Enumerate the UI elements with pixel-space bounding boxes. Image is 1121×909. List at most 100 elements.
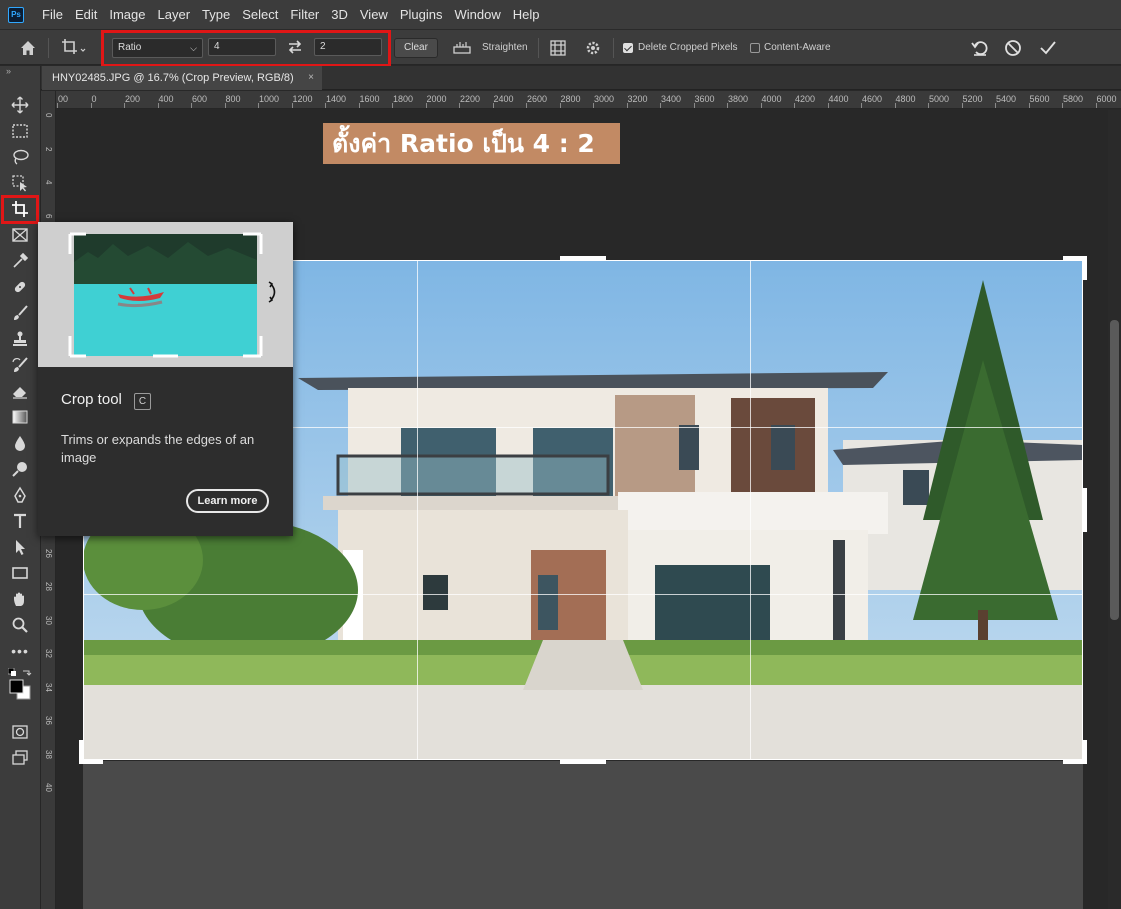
ruler-tick-label: 00 bbox=[58, 94, 69, 104]
menu-edit[interactable]: Edit bbox=[69, 0, 103, 30]
menu-view[interactable]: View bbox=[354, 0, 394, 30]
blur-icon[interactable] bbox=[8, 432, 32, 454]
grid-overlay-icon[interactable] bbox=[549, 39, 567, 57]
more-tools-icon[interactable]: ••• bbox=[8, 640, 32, 662]
ruler-tick-label: 3600 bbox=[694, 94, 715, 104]
menu-window[interactable]: Window bbox=[448, 0, 506, 30]
crop-handle-bottom-left[interactable] bbox=[79, 740, 83, 764]
pen-icon[interactable] bbox=[8, 484, 32, 506]
menu-3d[interactable]: 3D bbox=[325, 0, 354, 30]
settings-icon[interactable] bbox=[584, 39, 602, 57]
ruler-tick-label: 1200 bbox=[292, 94, 313, 104]
menu-help[interactable]: Help bbox=[507, 0, 546, 30]
ruler-tick-label: 400 bbox=[158, 94, 174, 104]
crop-handle-top-right[interactable] bbox=[1083, 256, 1087, 280]
ruler-tick-label: 5200 bbox=[962, 94, 983, 104]
content-aware-label[interactable]: Content-Aware bbox=[764, 41, 831, 55]
reset-icon[interactable] bbox=[970, 38, 990, 58]
crop-shield-area bbox=[83, 761, 1083, 909]
crop-handle-bottom[interactable] bbox=[560, 760, 606, 764]
commit-icon[interactable] bbox=[1038, 38, 1058, 58]
menu-file[interactable]: File bbox=[36, 0, 69, 30]
home-icon[interactable] bbox=[18, 38, 38, 58]
ruler-tick bbox=[693, 103, 695, 108]
clear-button[interactable]: Clear bbox=[394, 38, 438, 58]
eyedropper-icon[interactable] bbox=[8, 250, 32, 272]
menu-filter[interactable]: Filter bbox=[284, 0, 325, 30]
crop-handle-top[interactable] bbox=[560, 256, 606, 260]
panel-collapse-icon[interactable]: » bbox=[6, 66, 11, 76]
ruler-tick bbox=[258, 103, 259, 108]
ruler-tick-label: 3800 bbox=[728, 94, 749, 104]
rectangle-icon[interactable] bbox=[8, 562, 32, 584]
dodge-icon[interactable] bbox=[8, 458, 32, 480]
ruler-tick bbox=[593, 103, 594, 108]
ruler-tick-label: 2800 bbox=[560, 94, 581, 104]
menu-type[interactable]: Type bbox=[196, 0, 236, 30]
ruler-tick bbox=[224, 103, 226, 108]
ruler-tick-label: 2600 bbox=[527, 94, 548, 104]
quick-mask-icon[interactable] bbox=[8, 721, 32, 743]
straighten-label[interactable]: Straighten bbox=[482, 41, 528, 55]
crop-tool-icon[interactable] bbox=[60, 37, 88, 57]
ruler-tick-label: 5600 bbox=[1029, 94, 1050, 104]
delete-cropped-label[interactable]: Delete Cropped Pixels bbox=[638, 41, 738, 55]
ruler-tick-label: 2 bbox=[44, 146, 53, 151]
straighten-icon[interactable] bbox=[452, 39, 472, 57]
frame-icon[interactable] bbox=[8, 224, 32, 246]
object-select-icon[interactable] bbox=[8, 172, 32, 194]
crop-tool-tooltip: Crop tool C Trims or expands the edges o… bbox=[38, 222, 293, 536]
history-brush-icon[interactable] bbox=[8, 354, 32, 376]
ratio-settings-highlight bbox=[101, 30, 391, 67]
type-icon[interactable] bbox=[8, 510, 32, 532]
ruler-tick-label: 4600 bbox=[862, 94, 883, 104]
ruler-tick-label: 5400 bbox=[996, 94, 1017, 104]
delete-cropped-checkbox[interactable] bbox=[623, 43, 633, 53]
ruler-tick bbox=[660, 103, 661, 108]
stamp-icon[interactable] bbox=[8, 328, 32, 350]
brush-icon[interactable] bbox=[8, 302, 32, 324]
ruler-tick bbox=[90, 103, 92, 108]
vertical-scrollbar[interactable] bbox=[1108, 110, 1121, 909]
cancel-icon[interactable] bbox=[1003, 38, 1023, 58]
ruler-tick-label: 6000 bbox=[1096, 94, 1117, 104]
menu-layer[interactable]: Layer bbox=[152, 0, 197, 30]
ruler-tick-label: 2000 bbox=[426, 94, 447, 104]
document-tabs: HNY02485.JPG @ 16.7% (Crop Preview, RGB/… bbox=[41, 66, 1121, 90]
move-icon[interactable] bbox=[8, 94, 32, 116]
zoom-icon[interactable] bbox=[8, 614, 32, 636]
crop-handle-bottom-right[interactable] bbox=[1083, 740, 1087, 764]
ruler-tick-label: 6 bbox=[44, 213, 53, 218]
ruler-tick-label: 200 bbox=[125, 94, 141, 104]
ruler-tick bbox=[157, 103, 159, 108]
lasso-icon[interactable] bbox=[8, 146, 32, 168]
ruler-tick bbox=[1062, 103, 1063, 108]
ruler-tick-label: 1000 bbox=[259, 94, 280, 104]
marquee-icon[interactable] bbox=[8, 120, 32, 142]
ruler-tick-label: 38 bbox=[44, 749, 53, 759]
tooltip-preview-image bbox=[38, 222, 293, 367]
color-swatches[interactable] bbox=[8, 668, 32, 704]
screen-mode-icon[interactable] bbox=[8, 747, 32, 769]
crop-handle-right[interactable] bbox=[1083, 488, 1087, 532]
learn-more-button[interactable]: Learn more bbox=[186, 489, 269, 513]
ruler-tick-label: 26 bbox=[44, 548, 53, 558]
hand-icon[interactable] bbox=[8, 588, 32, 610]
ruler-tick bbox=[425, 103, 427, 108]
ruler-tick bbox=[559, 103, 561, 108]
ruler-tick-label: 2200 bbox=[460, 94, 481, 104]
menu-image[interactable]: Image bbox=[103, 0, 151, 30]
scrollbar-thumb[interactable] bbox=[1110, 320, 1119, 620]
close-icon[interactable]: × bbox=[308, 66, 314, 90]
menu-bar: Ps File Edit Image Layer Type Select Fil… bbox=[0, 0, 1121, 30]
menu-plugins[interactable]: Plugins bbox=[394, 0, 449, 30]
ruler-tick-label: 600 bbox=[192, 94, 208, 104]
content-aware-checkbox[interactable] bbox=[750, 43, 760, 53]
document-tab[interactable]: HNY02485.JPG @ 16.7% (Crop Preview, RGB/… bbox=[42, 66, 322, 90]
eraser-icon[interactable] bbox=[8, 380, 32, 402]
path-select-icon[interactable] bbox=[8, 536, 32, 558]
menu-select[interactable]: Select bbox=[236, 0, 284, 30]
horizontal-ruler[interactable]: 00 0 200 400 600 800 1000 1200 1400 1600 1800 2000 2… bbox=[56, 91, 1121, 109]
healing-icon[interactable] bbox=[8, 276, 32, 298]
gradient-icon[interactable] bbox=[8, 406, 32, 428]
